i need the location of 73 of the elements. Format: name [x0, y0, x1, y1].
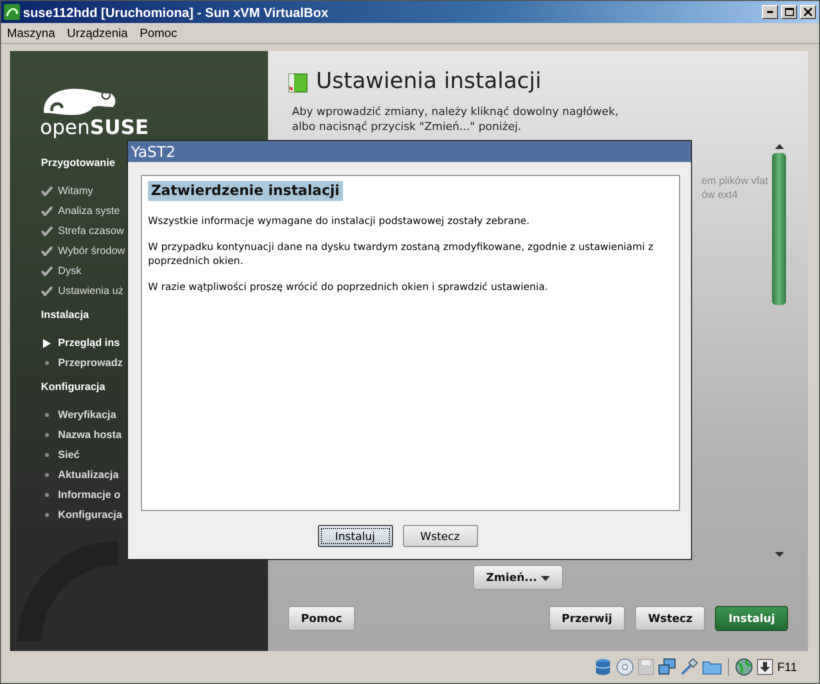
- menu-item[interactable]: Maszyna: [1, 24, 62, 42]
- close-icon: [804, 8, 812, 16]
- check-icon: [41, 226, 53, 236]
- down-arrow-key-icon[interactable]: [757, 659, 774, 675]
- dialog-button[interactable]: Wstecz: [402, 525, 478, 547]
- change-button[interactable]: Zmień...: [473, 565, 563, 590]
- step-label: Przegląd ins: [58, 337, 120, 349]
- tile-icon: [288, 70, 308, 92]
- summary-text: em plików vfat: [701, 174, 768, 188]
- summary-text: ów ext4: [701, 188, 739, 202]
- section-heading: Przygotowanie: [41, 157, 116, 169]
- step-label: Analiza syste: [58, 205, 120, 217]
- scroll-down-icon[interactable]: [774, 552, 784, 557]
- page-title: Ustawienia instalacji: [316, 69, 542, 94]
- window-title: suse112hdd [Uruchomiona] - Sun xVM VirtualBox: [23, 4, 330, 20]
- description-text: Aby wprowadzić zmiany, należy kliknąć dowolny nagłówek,: [292, 104, 620, 119]
- dot-icon: [45, 493, 49, 497]
- wizard-button[interactable]: Pomoc: [288, 606, 356, 631]
- dot-icon: [45, 433, 49, 437]
- dot-icon: [45, 453, 49, 457]
- usb-plug-icon[interactable]: [680, 658, 698, 676]
- message-text: Wszystkie informacje wymagane do instalacji podstawowej zostały zebrane.: [148, 215, 531, 229]
- step-label: Weryfikacja: [58, 409, 116, 421]
- caret-icon: [540, 576, 550, 581]
- step-label: Witamy: [58, 185, 93, 197]
- maximize-button[interactable]: [781, 5, 797, 19]
- section-heading: Konfiguracja: [41, 381, 106, 393]
- message-text: W przypadku kontynuacji dane na dysku twardym zostaną zmodyfikowane, zgodnie z ustawieniami z poprzednich okien.: [148, 241, 654, 269]
- scrollbar-thumb[interactable]: [772, 153, 786, 305]
- optical-disc-icon[interactable]: [616, 658, 634, 676]
- step-label: Sieć: [58, 449, 80, 461]
- step-label: Dysk: [58, 265, 82, 277]
- network-icon[interactable]: [658, 658, 676, 676]
- step-label: Strefa czasow: [58, 225, 124, 237]
- check-icon: [41, 246, 53, 256]
- check-icon: [41, 266, 53, 276]
- step-label: Ustawienia uż: [58, 285, 124, 297]
- dot-icon: [45, 413, 49, 417]
- dot-icon: [45, 361, 49, 365]
- minimize-button[interactable]: [762, 5, 778, 19]
- close-button[interactable]: [800, 5, 816, 19]
- check-icon: [41, 186, 53, 196]
- logo-text: openSUSE: [40, 115, 149, 139]
- step-label: Aktualizacja: [58, 469, 119, 481]
- description-text: albo nacisnąć przycisk "Zmień..." poniżej.: [292, 119, 522, 134]
- step-label: Przeprowadz: [58, 357, 123, 369]
- step-label: Wybór środow: [58, 245, 126, 257]
- app-icon: [4, 4, 20, 20]
- check-icon: [41, 286, 53, 296]
- wizard-button[interactable]: Wstecz: [635, 606, 706, 631]
- step-label: Nazwa hosta: [58, 429, 122, 441]
- wizard-button[interactable]: Instaluj: [715, 606, 788, 631]
- menu-item[interactable]: Pomoc: [134, 24, 184, 42]
- dot-icon: [45, 473, 49, 477]
- dialog-heading: Zatwierdzenie instalacji: [148, 181, 343, 201]
- dialog-title: YaST2: [128, 141, 691, 162]
- scroll-up-icon[interactable]: [774, 144, 784, 149]
- triangle-icon: [43, 338, 51, 348]
- message-text: W razie wątpliwości proszę wrócić do poprzednich okien i sprawdzić ustawienia.: [148, 281, 549, 295]
- hard-disk-icon[interactable]: [594, 658, 612, 676]
- menu-item[interactable]: Urządzenia: [61, 24, 134, 42]
- host-key-label: F11: [777, 660, 797, 674]
- section-heading: Instalacja: [41, 309, 90, 321]
- dot-icon: [45, 513, 49, 517]
- dialog-button[interactable]: Instaluj: [318, 525, 392, 547]
- minimize-icon: [767, 11, 773, 13]
- step-label: Informacje o: [58, 489, 120, 501]
- folder-icon[interactable]: [702, 659, 722, 675]
- step-label: Konfiguracja: [58, 509, 122, 521]
- globe-icon[interactable]: [735, 658, 754, 676]
- check-icon: [41, 206, 53, 216]
- wizard-button[interactable]: Przerwij: [548, 606, 626, 631]
- maximize-icon: [784, 8, 794, 16]
